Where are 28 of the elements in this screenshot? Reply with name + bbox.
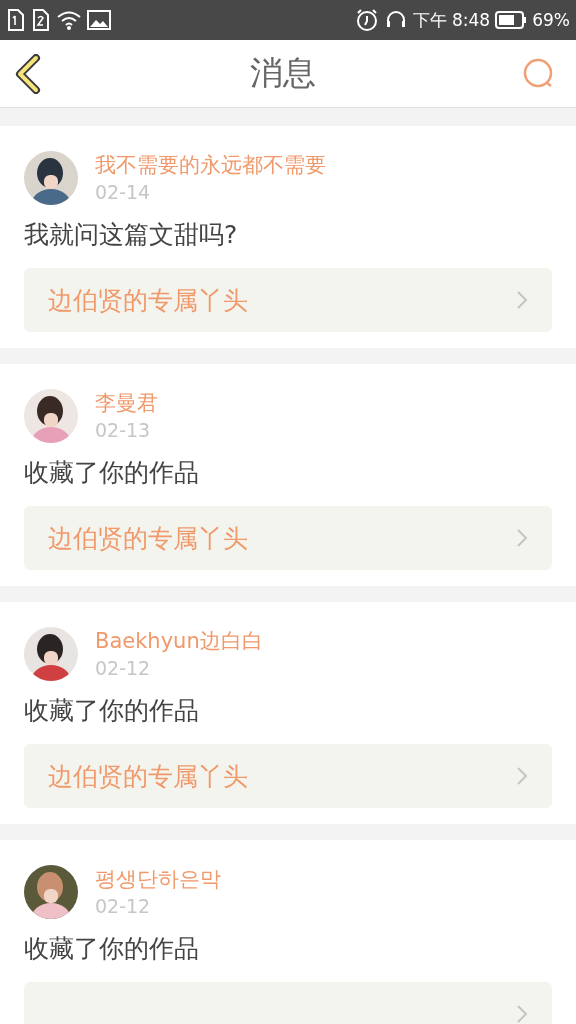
work-link[interactable]: 边伯贤的专属丫头 bbox=[24, 744, 552, 808]
work-link[interactable]: 边伯贤的专属丫头 bbox=[24, 268, 552, 332]
user-name[interactable]: 평생단하은막 bbox=[95, 865, 221, 893]
message-text: 我就问这篇文甜吗? bbox=[24, 219, 239, 251]
page-title: 消息 bbox=[250, 52, 316, 94]
clock-time: 下午 8:48 bbox=[412, 8, 491, 32]
message-text: 收藏了你的作品 bbox=[24, 933, 200, 965]
chevron-right-icon bbox=[516, 528, 528, 548]
battery-percent: 69% bbox=[532, 10, 570, 30]
message-text: 收藏了你的作品 bbox=[24, 457, 200, 489]
message-text: 收藏了你的作品 bbox=[24, 695, 200, 727]
user-name[interactable]: 我不需要的永远都不需要 bbox=[95, 151, 326, 179]
message-date: 02-14 bbox=[95, 180, 152, 205]
work-link[interactable]: 边伯贤的专属丫头 bbox=[24, 506, 552, 570]
sim-card-icon bbox=[31, 8, 51, 32]
message-date: 02-12 bbox=[95, 656, 152, 681]
image-icon bbox=[87, 10, 111, 30]
alarm-clock-icon bbox=[354, 8, 379, 32]
message-date: 02-13 bbox=[95, 418, 152, 443]
wifi-icon bbox=[56, 9, 82, 31]
sim-card-icon bbox=[6, 8, 26, 32]
user-name[interactable]: Baekhyun边白白 bbox=[95, 627, 263, 655]
chevron-right-icon bbox=[516, 1004, 528, 1024]
chevron-right-icon bbox=[516, 766, 528, 786]
chevron-right-icon bbox=[516, 290, 528, 310]
message-date: 02-12 bbox=[95, 894, 152, 919]
battery-icon bbox=[495, 10, 528, 30]
user-name[interactable]: 李曼君 bbox=[95, 389, 158, 417]
